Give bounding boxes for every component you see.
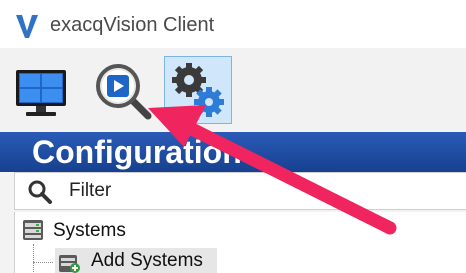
search-playback-button[interactable] — [88, 56, 156, 124]
main-toolbar — [0, 48, 466, 130]
search-icon — [28, 180, 52, 204]
title-bar: exacqVision Client — [0, 0, 466, 48]
magnifier-play-icon — [96, 64, 152, 120]
exacq-v-logo-icon — [16, 15, 38, 38]
configuration-button[interactable] — [164, 56, 232, 124]
add-system-icon — [59, 255, 80, 273]
tree-item-label: Systems — [53, 220, 126, 241]
gears-icon — [172, 63, 224, 117]
live-view-button[interactable] — [8, 56, 76, 124]
app-window: exacqVision Client Configuration Filter … — [0, 0, 466, 273]
filter-input[interactable] — [69, 178, 449, 204]
server-icon — [23, 220, 43, 240]
monitor-grid-icon — [16, 70, 66, 116]
window-title: exacqVision Client — [50, 14, 215, 36]
tree-connector — [33, 244, 34, 273]
tree-connector — [33, 262, 53, 263]
configuration-header: Configuration — [0, 132, 466, 172]
tree-item-label: Add Systems — [91, 250, 203, 271]
configuration-tree: Systems Add Systems — [14, 212, 466, 273]
filter-bar — [14, 172, 466, 210]
tree-item-add-systems[interactable]: Add Systems — [55, 248, 217, 273]
panel-title: Configuration — [32, 134, 242, 170]
